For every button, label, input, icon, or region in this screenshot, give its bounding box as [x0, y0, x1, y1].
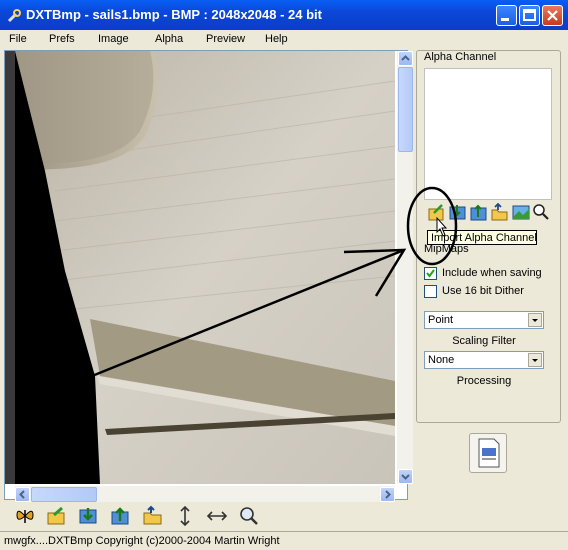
minimize-button[interactable] — [496, 5, 517, 26]
alpha-preview — [424, 68, 552, 200]
magnify-icon[interactable] — [532, 203, 550, 221]
use-16-bit-dither-checkbox[interactable] — [424, 285, 437, 298]
bottom-toolbar — [10, 505, 270, 529]
chevron-down-icon[interactable] — [528, 313, 542, 327]
scroll-left-button[interactable] — [15, 487, 30, 502]
menu-image[interactable]: Image — [98, 33, 129, 45]
scroll-up-button[interactable] — [398, 51, 413, 66]
document-icon — [478, 438, 500, 468]
maximize-button[interactable] — [519, 5, 540, 26]
scaling-filter-caption: Scaling Filter — [452, 335, 516, 347]
status-text: mwgfx....DXTBmp Copyright (c)2000-2004 M… — [4, 535, 280, 547]
use-16-bit-dither-label: Use 16 bit Dither — [442, 285, 524, 297]
menu-help[interactable]: Help — [265, 33, 288, 45]
vertical-scrollbar[interactable] — [397, 51, 413, 484]
scroll-down-button[interactable] — [398, 469, 413, 484]
processing-value: None — [428, 354, 455, 366]
alpha-toolbar — [428, 203, 552, 223]
sails-texture — [15, 51, 395, 484]
menu-file[interactable]: File — [9, 33, 27, 45]
vertical-scroll-thumb[interactable] — [398, 67, 413, 152]
folder-icon[interactable] — [142, 505, 164, 527]
wrench-icon — [7, 9, 21, 23]
horizontal-scroll-thumb[interactable] — [31, 487, 97, 502]
checkmark-icon — [426, 269, 435, 278]
tooltip-text: Import Alpha Channel — [431, 232, 537, 244]
include-when-saving-label: Include when saving — [442, 267, 542, 279]
view-alpha-icon[interactable] — [512, 203, 530, 221]
menu-prefs[interactable]: Prefs — [49, 33, 75, 45]
menu-alpha[interactable]: Alpha — [155, 33, 183, 45]
export-icon[interactable] — [78, 505, 100, 527]
save-icon[interactable] — [110, 505, 132, 527]
title-bar[interactable]: DXTBmp - sails1.bmp - BMP : 2048x2048 - … — [0, 0, 568, 30]
zoom-icon[interactable] — [238, 505, 260, 527]
window-title: DXTBmp - sails1.bmp - BMP : 2048x2048 - … — [26, 7, 322, 22]
horizontal-scrollbar[interactable] — [15, 486, 395, 502]
save-alpha-icon[interactable] — [470, 203, 488, 221]
flip-horizontal-icon[interactable] — [206, 505, 228, 527]
import-alpha-icon[interactable] — [428, 203, 446, 221]
menu-preview[interactable]: Preview — [206, 33, 245, 45]
butterfly-icon[interactable] — [14, 505, 36, 527]
document-button[interactable] — [469, 433, 507, 473]
scaling-filter-select[interactable]: Point — [424, 311, 544, 329]
flip-vertical-icon[interactable] — [174, 505, 196, 527]
texture-image — [15, 51, 395, 484]
alpha-channel-label: Alpha Channel — [422, 51, 499, 63]
include-when-saving-checkbox[interactable] — [424, 267, 437, 280]
scroll-right-button[interactable] — [380, 487, 395, 502]
open-icon[interactable] — [46, 505, 68, 527]
menu-bar: File Prefs Image Alpha Preview Help — [0, 30, 568, 48]
chevron-down-icon[interactable] — [528, 353, 542, 367]
viewport-edge — [5, 51, 15, 484]
tooltip: Import Alpha Channel — [427, 230, 537, 245]
processing-caption: Processing — [456, 375, 512, 387]
status-bar: mwgfx....DXTBmp Copyright (c)2000-2004 M… — [0, 531, 568, 550]
close-button[interactable] — [542, 5, 563, 26]
processing-select[interactable]: None — [424, 351, 544, 369]
image-viewport — [4, 50, 413, 502]
scaling-filter-value: Point — [428, 314, 454, 326]
export-alpha-icon[interactable] — [449, 203, 467, 221]
open-folder-icon[interactable] — [491, 203, 509, 221]
